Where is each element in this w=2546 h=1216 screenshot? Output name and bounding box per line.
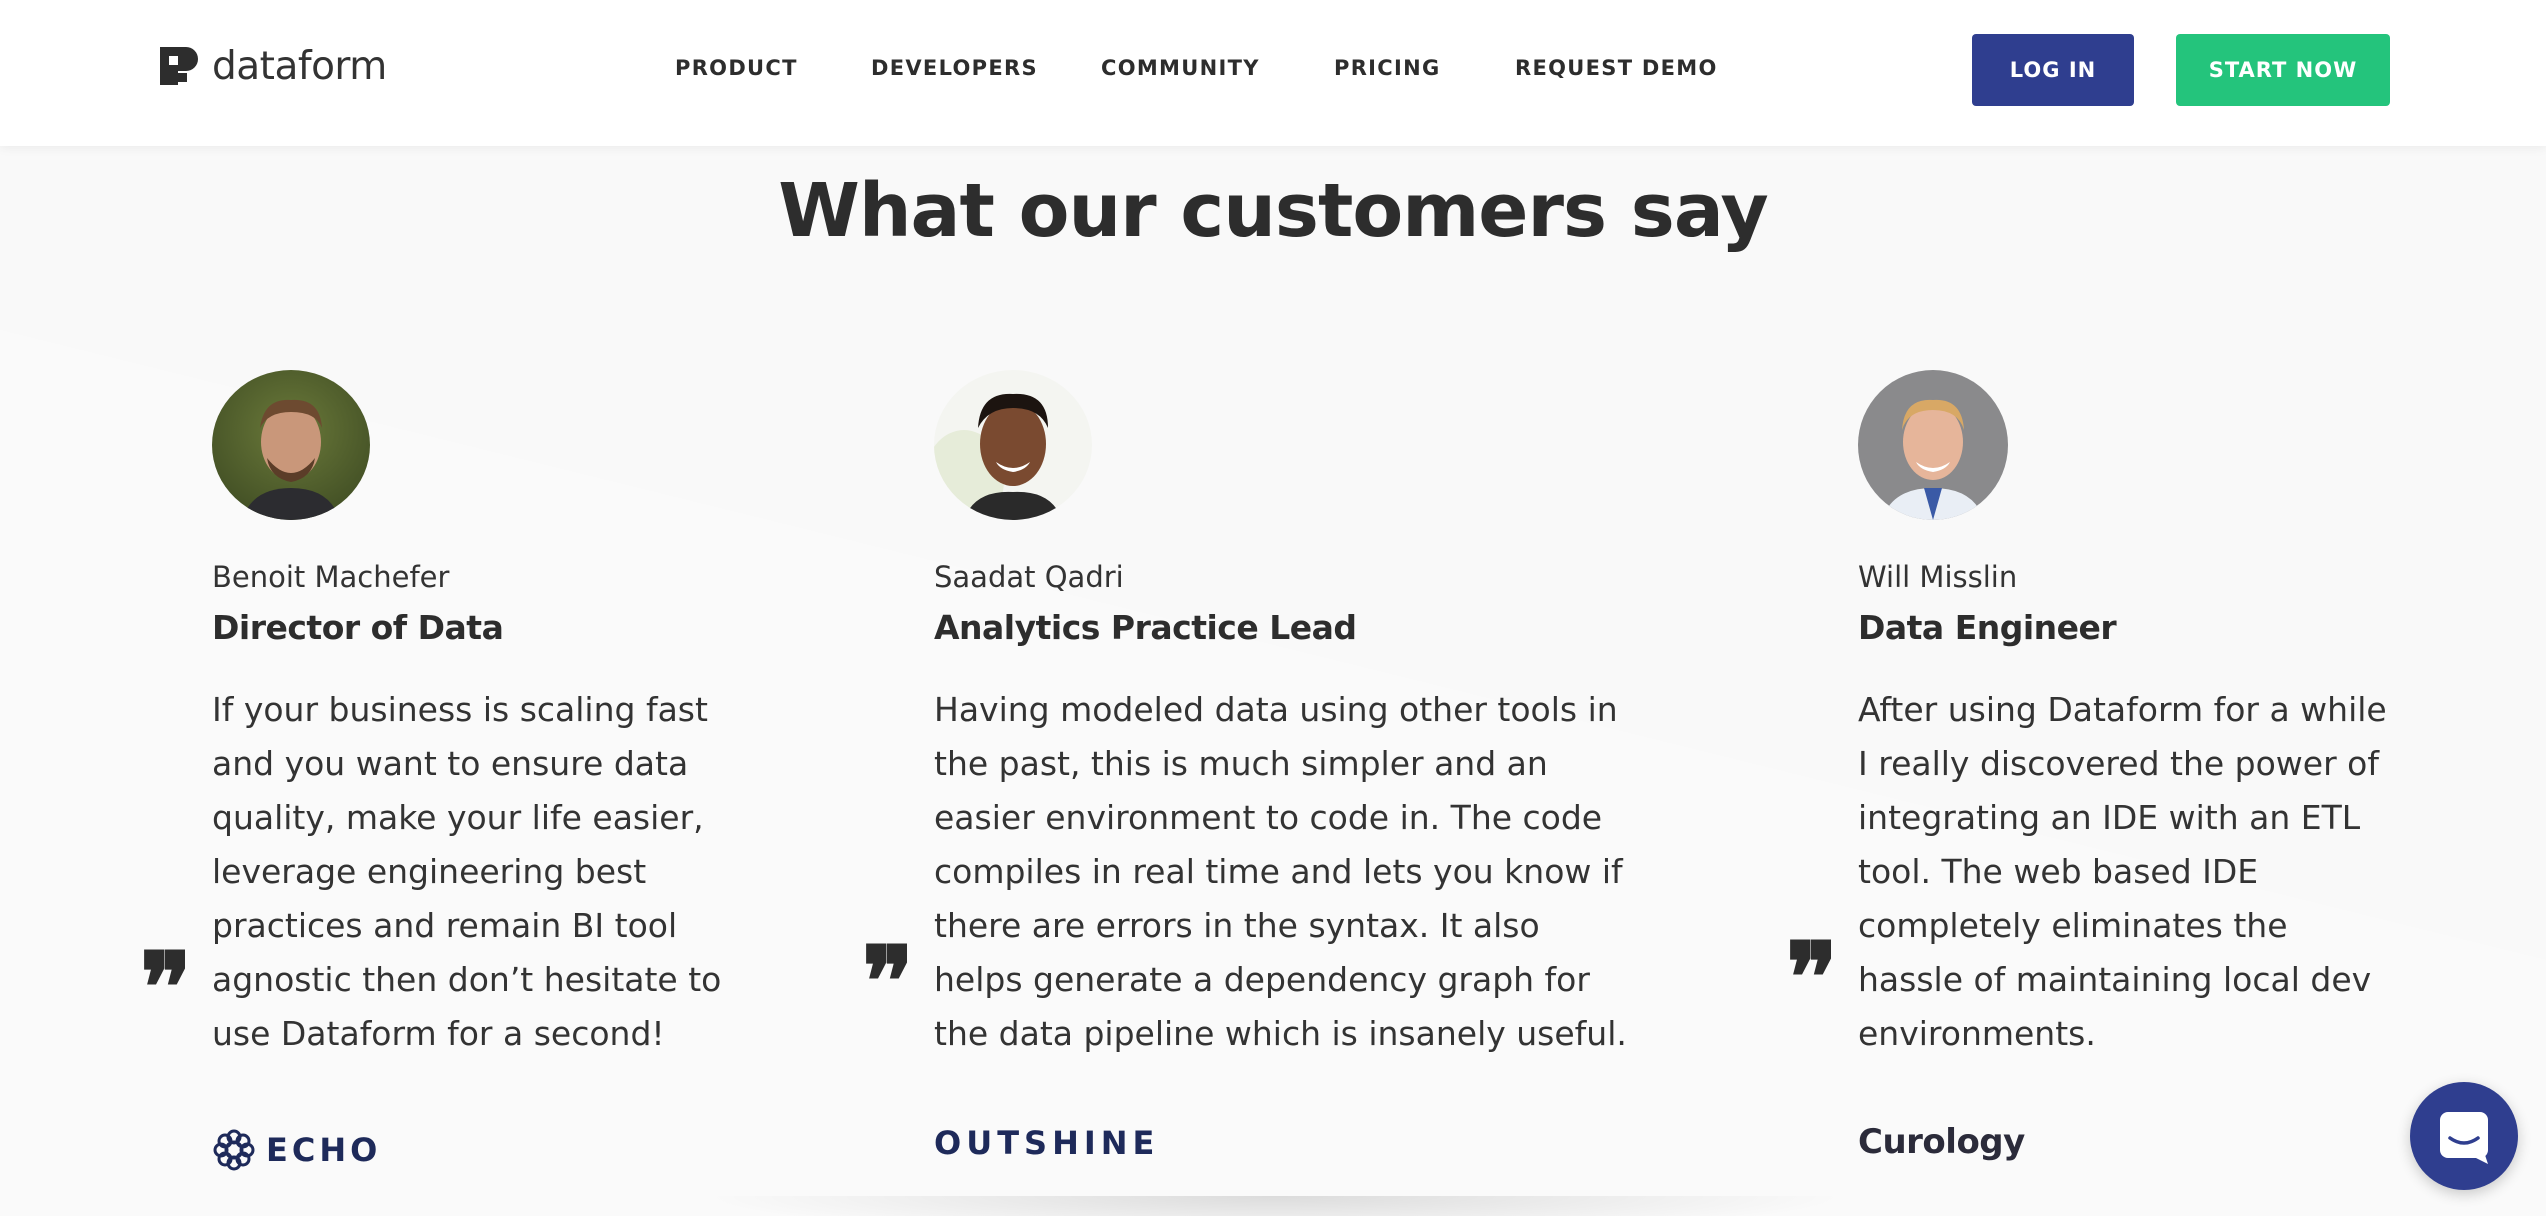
start-now-button[interactable]: START NOW	[2176, 34, 2390, 106]
nav-developers[interactable]: DEVELOPERS	[871, 56, 1038, 80]
chat-icon	[2440, 1112, 2488, 1164]
main-nav: PRODUCT DEVELOPERS COMMUNITY PRICING REQ…	[0, 0, 2546, 140]
echo-logo-icon	[213, 1129, 255, 1171]
company-logo-echo: ECHO	[212, 1128, 381, 1172]
site-header: dataform PRODUCT DEVELOPERS COMMUNITY PR…	[0, 0, 2546, 146]
testimonial-card: Saadat Qadri Analytics Practice Lead Hav…	[934, 370, 1634, 1061]
avatar	[1858, 370, 2008, 520]
chat-button[interactable]	[2410, 1082, 2518, 1190]
testimonial-card: Will Misslin Data Engineer After using D…	[1858, 370, 2398, 1061]
section-title: What our customers say	[778, 168, 1769, 254]
company-logo-curology: Curology	[1858, 1122, 2025, 1162]
testimonial-quote: After using Dataform for a while I reall…	[1858, 690, 2387, 1053]
company-name: Curology	[1858, 1122, 2025, 1162]
avatar	[212, 370, 370, 520]
nav-pricing[interactable]: PRICING	[1334, 56, 1441, 80]
testimonial-card: Benoit Machefer Director of Data If your…	[212, 370, 772, 1061]
company-name: OUTSHINE	[934, 1124, 1160, 1162]
quote-icon: ❞	[140, 931, 192, 1044]
quote-icon: ❞	[862, 925, 914, 1038]
person-name: Saadat Qadri	[934, 560, 1124, 594]
testimonial-quote: Having modeled data using other tools in…	[934, 690, 1627, 1053]
nav-community[interactable]: COMMUNITY	[1101, 56, 1260, 80]
quote-icon: ❞	[1786, 921, 1838, 1034]
testimonial-quote: If your business is scaling fast and you…	[212, 690, 722, 1053]
company-name: ECHO	[266, 1131, 382, 1169]
nav-product[interactable]: PRODUCT	[675, 56, 798, 80]
avatar	[934, 370, 1092, 520]
person-role: Director of Data	[212, 608, 504, 647]
person-name: Benoit Machefer	[212, 560, 450, 594]
person-role: Analytics Practice Lead	[934, 608, 1357, 647]
login-button[interactable]: LOG IN	[1972, 34, 2134, 106]
person-name: Will Misslin	[1858, 560, 2018, 594]
company-logo-outshine: OUTSHINE	[934, 1124, 1159, 1162]
bottom-shadow	[700, 1196, 1850, 1216]
person-role: Data Engineer	[1858, 608, 2117, 647]
nav-request-demo[interactable]: REQUEST DEMO	[1515, 56, 1718, 80]
